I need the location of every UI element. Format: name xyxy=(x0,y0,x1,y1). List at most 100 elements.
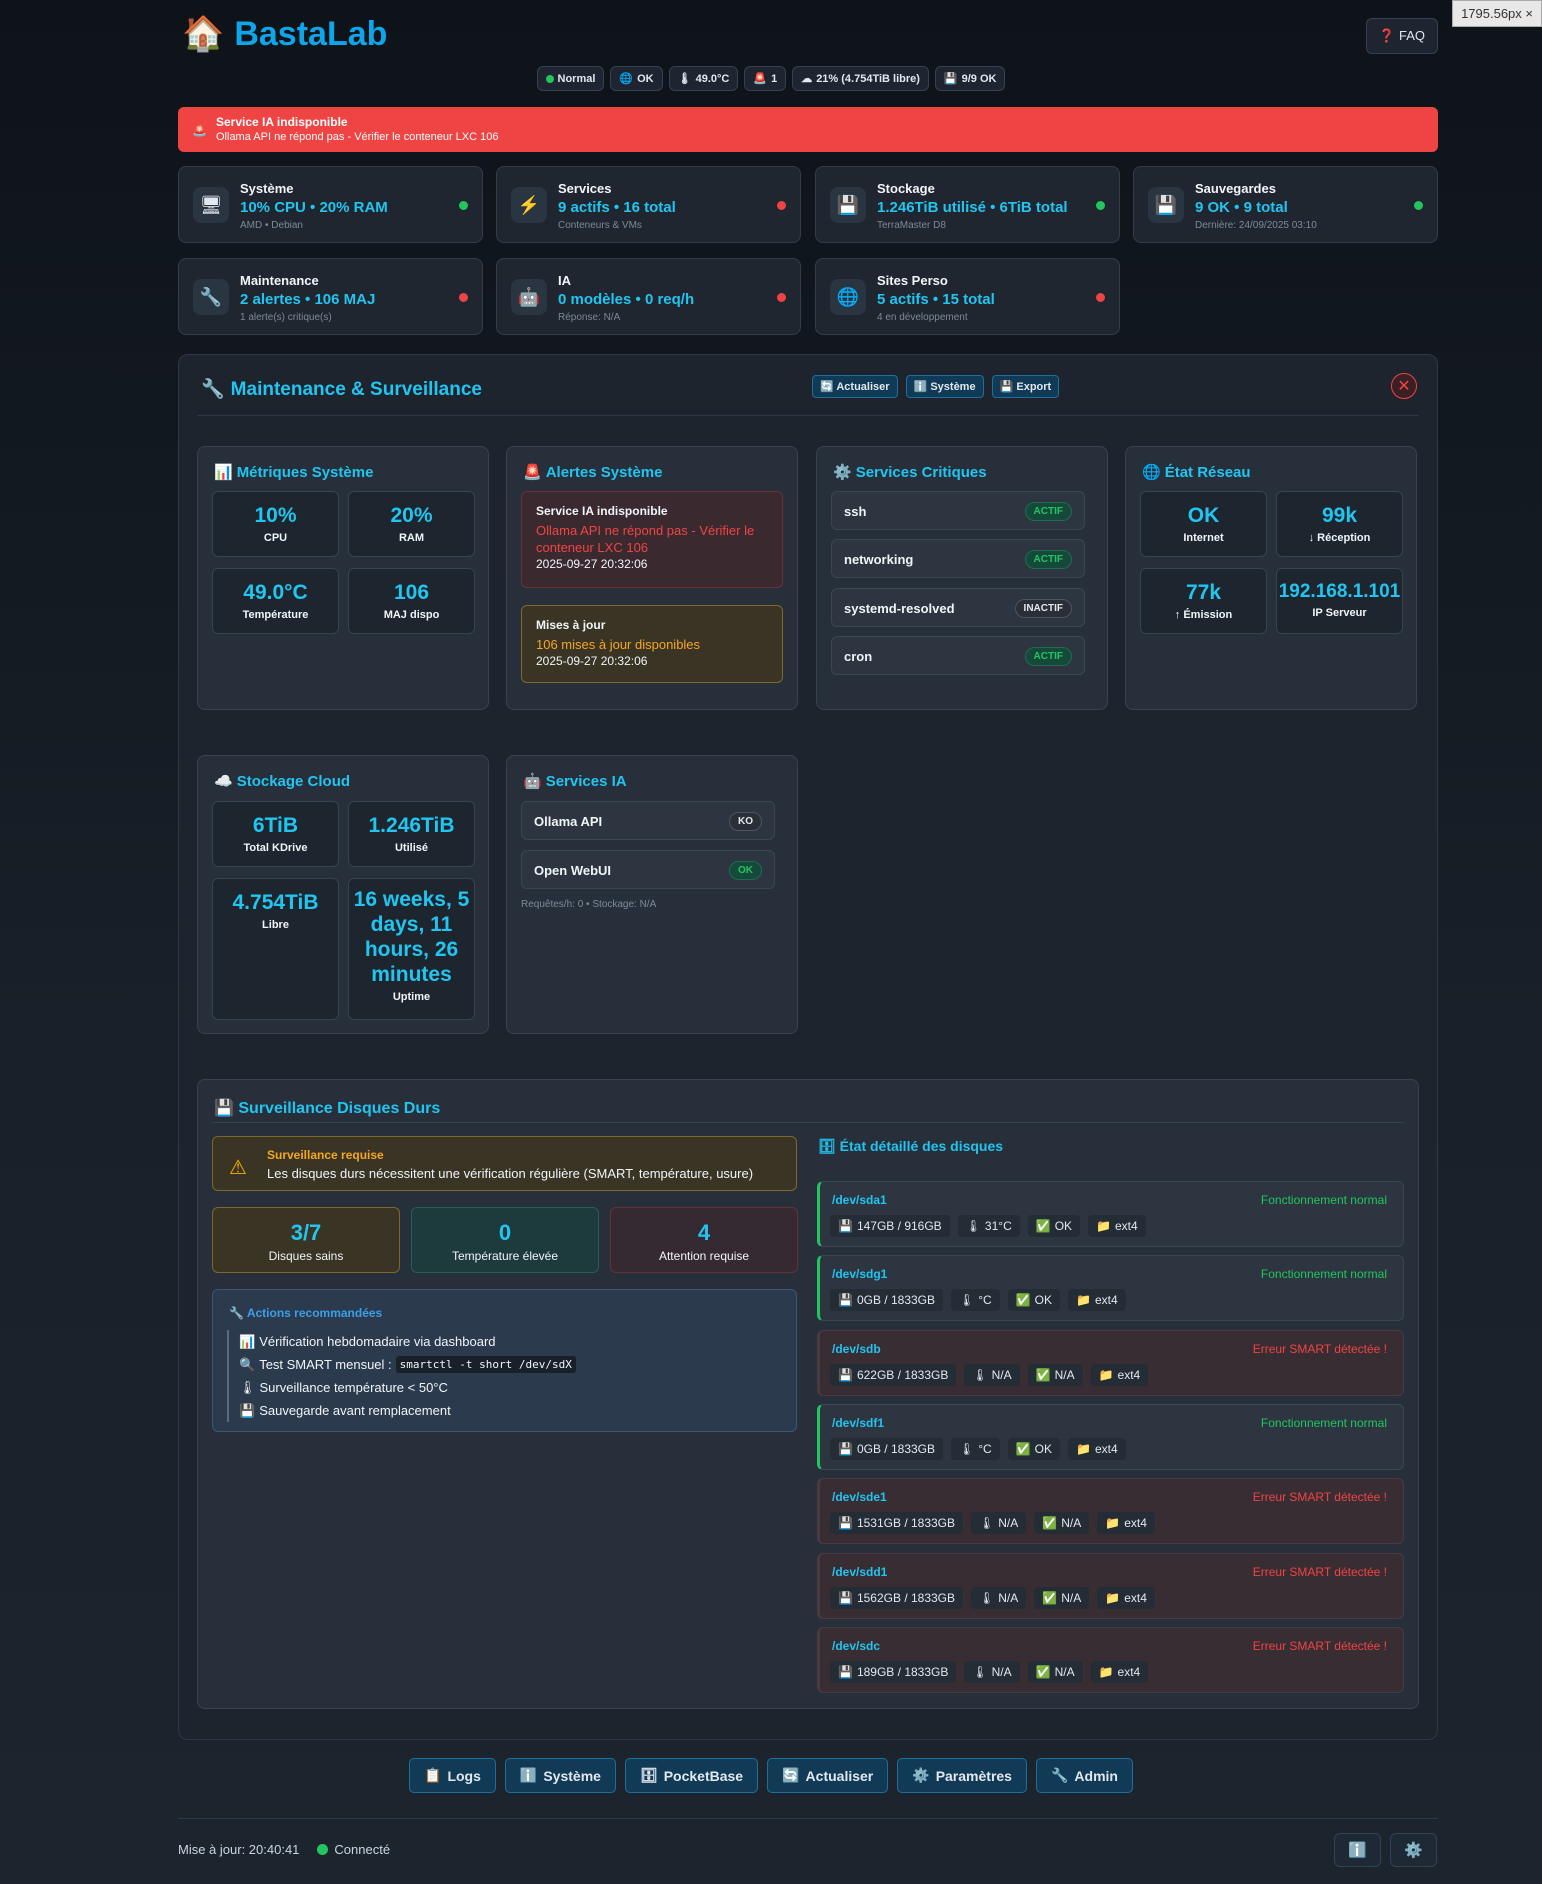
disk-fs: 📁 ext4 xyxy=(1088,1215,1146,1237)
status-dot xyxy=(459,293,468,302)
metric-label: Total KDrive xyxy=(243,842,308,854)
service-name: Ollama API xyxy=(534,814,603,829)
lightning-icon: ⚡ xyxy=(511,187,547,223)
settings-icon-button[interactable]: ⚙️ xyxy=(1390,1833,1437,1867)
pocketbase-button[interactable]: 🗄 PocketBase xyxy=(624,1758,759,1793)
button-label: Système xyxy=(543,1767,601,1784)
service-name: Open WebUI xyxy=(534,863,612,878)
disk-chips: 💾 1531GB / 1833GB 🌡 N/A ✅ N/A 📁 ext4 xyxy=(830,1512,1155,1535)
recommended-actions: 🔧 Actions recommandées 📊 Vérification heb… xyxy=(212,1289,797,1432)
cloud-icon: ☁️ xyxy=(214,773,233,790)
gear-icon: ⚙️ xyxy=(1404,1842,1423,1859)
stat-healthy-disks: 3/7 Disques sains xyxy=(212,1207,400,1273)
metric-label: RAM xyxy=(398,532,425,544)
thermometer-icon: 🌡 xyxy=(959,1293,975,1308)
section-title-text: Surveillance Disques Durs xyxy=(238,1100,441,1117)
maintenance-panel: 🔧 Maintenance & Surveillance 🔄 Actualiser… xyxy=(178,354,1438,1740)
disk-smart-text: OK xyxy=(1054,1219,1073,1233)
disk-status: Fonctionnement normal xyxy=(1260,1193,1387,1207)
thermometer-icon: 🌡 xyxy=(965,1219,981,1233)
metric-value: 4.754TiB xyxy=(232,891,319,914)
status-pill-temperature: 🌡 49.0°C xyxy=(668,66,739,91)
reco-title: 🔧 Actions recommandées xyxy=(229,1306,382,1320)
export-button[interactable]: 💾 Export xyxy=(991,375,1060,398)
alert-message: Ollama API ne répond pas - Vérifier le c… xyxy=(216,131,499,143)
disk-fs: 📁 ext4 xyxy=(1097,1586,1155,1609)
disk-smart: ✅ N/A xyxy=(1034,1512,1090,1535)
metric-value: OK xyxy=(1187,504,1220,527)
floppy-icon: 💾 xyxy=(838,1293,853,1308)
stat-high-temp: 0 Température élevée xyxy=(411,1207,599,1273)
card-systeme[interactable]: 🖥 Système 10% CPU • 20% RAM AMD • Debian xyxy=(178,166,483,243)
siren-icon: 🚨 xyxy=(192,123,207,137)
question-icon: ❓ xyxy=(1378,28,1395,43)
metric-cpu: 10% CPU xyxy=(212,491,339,557)
disk-smart-text: OK xyxy=(1034,1293,1052,1308)
alert-item-message: 106 mises à jour disponibles xyxy=(536,637,701,652)
faq-label: FAQ xyxy=(1398,28,1425,43)
card-title: IA xyxy=(558,273,571,288)
floppy-icon: 💾 xyxy=(999,381,1014,393)
refresh-button[interactable]: 🔄 Actualiser xyxy=(812,375,898,398)
metric-value: 6TiB xyxy=(252,814,299,837)
card-maintenance[interactable]: 🔧 Maintenance 2 alertes • 106 MAJ 1 alerte(… xyxy=(178,258,483,335)
disk-usage: 💾 1531GB / 1833GB xyxy=(830,1512,964,1535)
settings-button[interactable]: ⚙️ Paramètres xyxy=(897,1758,1027,1793)
disk-usage: 💾 189GB / 1833GB xyxy=(830,1660,957,1683)
info-button[interactable]: ℹ️ xyxy=(1334,1833,1381,1867)
alert-item-title: Service IA indisponible xyxy=(536,504,668,518)
storage-icon: 🗄 xyxy=(818,1138,836,1154)
disk-detail-title: 🗄 État détaillé des disques xyxy=(818,1138,1003,1155)
disk-status: Erreur SMART détectée ! xyxy=(1252,1490,1387,1505)
close-button[interactable]: ✕ xyxy=(1391,373,1417,399)
status-pill-backups: 💾 9/9 OK xyxy=(934,66,1006,91)
card-services[interactable]: ⚡ Services 9 actifs • 16 total Conteneurs &… xyxy=(496,166,801,243)
warning-icon: ⚠ xyxy=(229,1157,247,1179)
section-title-text: Services IA xyxy=(545,773,627,790)
brand-logo[interactable]: 🏠 BastaLab xyxy=(182,14,387,54)
card-value: 5 actifs • 15 total xyxy=(877,291,995,308)
disk-name: /dev/sda1 xyxy=(832,1193,887,1207)
card-stockage[interactable]: 💾 Stockage 1.246TiB utilisé • 6TiB total Te… xyxy=(815,166,1120,243)
admin-button[interactable]: 🔧 Admin xyxy=(1035,1758,1133,1793)
status-pill-storage: ☁ 21% (4.754TiB libre) xyxy=(792,66,929,91)
info-icon: ℹ️ xyxy=(913,381,928,393)
disk-usage: 💾 0GB / 1833GB xyxy=(830,1437,943,1460)
faq-button[interactable]: ❓ FAQ xyxy=(1365,18,1438,54)
divider xyxy=(212,1122,1404,1123)
robot-icon: 🤖 xyxy=(523,773,542,790)
warning-message: Les disques durs nécessitent une vérific… xyxy=(267,1166,754,1181)
floppy-icon: 💾 xyxy=(838,1664,853,1679)
card-title: Sauvegardes xyxy=(1195,181,1276,196)
globe-icon: 🌐 xyxy=(1142,464,1161,481)
section-title-text: Métriques Système xyxy=(236,464,374,481)
disk-row: /dev/sdc Erreur SMART détectée ! 💾 189GB / … xyxy=(817,1626,1404,1693)
reco-code: smartctl -t short /dev/sdX xyxy=(395,1356,576,1373)
refresh-button[interactable]: 🔄 Actualiser xyxy=(767,1758,889,1793)
disk-chips: 💾 189GB / 1833GB 🌡 N/A ✅ N/A 📁 ext4 xyxy=(830,1660,1149,1683)
pill-label: 49.0°C xyxy=(695,72,730,85)
logs-button[interactable]: 📋 Logs xyxy=(409,1758,496,1793)
status-badge: ACTIF xyxy=(1024,502,1072,521)
connection-label: Connecté xyxy=(334,1842,391,1857)
system-button[interactable]: ℹ️ Système xyxy=(905,375,984,398)
disk-fs: 📁 ext4 xyxy=(1068,1437,1126,1460)
disk-temp-text: N/A xyxy=(991,1664,1012,1679)
system-button[interactable]: ℹ️ Système xyxy=(504,1758,616,1793)
section-title: 🤖 Services IA xyxy=(523,772,627,790)
disk-usage-text: 189GB / 1833GB xyxy=(856,1664,949,1679)
disk-fs-text: ext4 xyxy=(1094,1293,1118,1308)
disk-fs: 📁 ext4 xyxy=(1097,1512,1155,1535)
folder-icon: 📁 xyxy=(1105,1590,1121,1605)
section-title-text: Alertes Système xyxy=(545,464,663,481)
metric-label: CPU xyxy=(263,532,288,544)
card-sites-perso[interactable]: 🌐 Sites Perso 5 actifs • 15 total 4 en déve… xyxy=(815,258,1120,335)
alert-item-date: 2025-09-27 20:32:06 xyxy=(536,557,648,571)
disk-temp: 🌡 N/A xyxy=(971,1586,1027,1609)
pill-label: 21% (4.754TiB libre) xyxy=(816,72,920,85)
card-ia[interactable]: 🤖 IA 0 modèles • 0 req/h Réponse: N/A xyxy=(496,258,801,335)
disk-temp: 🌡 N/A xyxy=(971,1512,1027,1535)
card-sauvegardes[interactable]: 💾 Sauvegardes 9 OK • 9 total Dernière: 24/0… xyxy=(1133,166,1438,243)
network-reception: 99k ↓ Réception xyxy=(1276,491,1403,557)
disk-usage-text: 1562GB / 1833GB xyxy=(856,1590,956,1605)
